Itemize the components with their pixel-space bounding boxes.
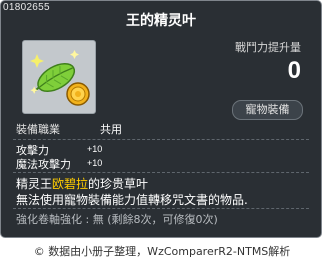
footer-text: 数据由小册子整理，WzComparerR2-NTMS解析 [48, 245, 291, 258]
pet-equipment-badge: 寵物裝備 [232, 100, 303, 120]
item-icon-frame [22, 40, 96, 114]
item-tooltip: 01802655 王的精灵叶 戰鬥力提升量 0 寵物裝備 裝備職業 共用 攻擊力… [0, 0, 322, 238]
item-description-line-1: 精灵王欧碧拉的珍贵草叶 [16, 175, 148, 192]
scroll-enhancement-info: 強化卷軸強化 : 無 (剩餘8次，可修復0次) [16, 211, 218, 227]
stat-magic-attack-name: 魔法攻擊力 [16, 158, 71, 171]
footer-credit: © 数据由小册子整理，WzComparerR2-NTMS解析 [0, 243, 324, 259]
divider [13, 139, 309, 140]
divider [13, 208, 309, 209]
scroll-detail: (剩餘8次，可修復0次) [107, 213, 218, 226]
item-name: 王的精灵叶 [126, 13, 196, 29]
divider [13, 172, 309, 173]
stat-attack-value: +10 [87, 144, 103, 154]
stat-magic-attack-value: +10 [87, 158, 103, 168]
job-value: 共用 [100, 123, 122, 136]
power-increase-label: 戰鬥力提升量 [235, 41, 301, 54]
power-increase-value: 0 [287, 57, 301, 84]
description-text: 精灵王 [16, 177, 53, 191]
job-label: 裝備職業 [16, 123, 60, 136]
scroll-label: 強化卷軸強化 : 無 [16, 213, 104, 226]
item-description-line-2: 無法使用寵物裝備能力值轉移咒文書的物品. [16, 193, 248, 207]
gold-coin-icon [66, 82, 90, 106]
copyright-icon: © [33, 245, 45, 258]
description-text: 的珍贵草叶 [88, 177, 149, 191]
description-highlight: 欧碧拉 [52, 177, 89, 191]
